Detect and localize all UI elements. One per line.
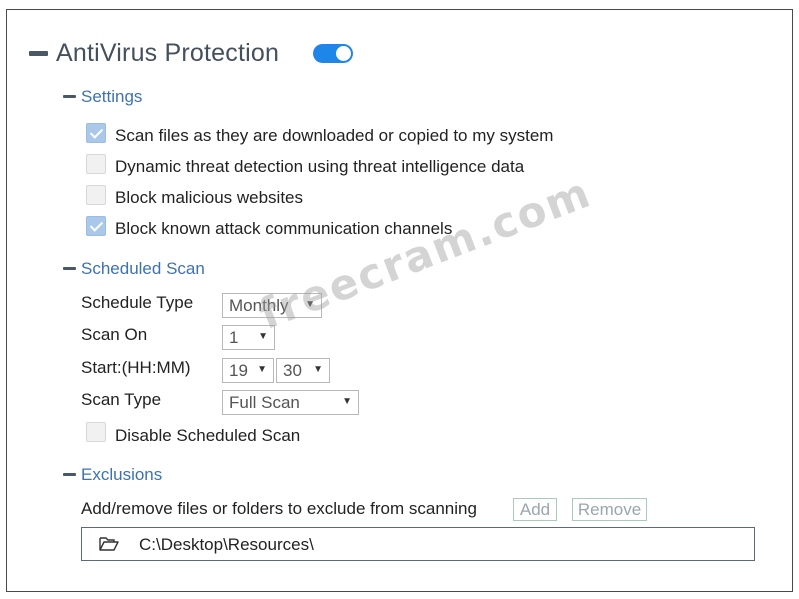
antivirus-title: AntiVirus Protection [56,39,280,67]
remove-exclusion-button[interactable]: Remove [572,498,647,521]
chevron-down-icon: ▼ [258,331,268,342]
schedule-type-label: Schedule Type [81,293,194,312]
block-attack-channels-checkbox[interactable] [86,216,106,236]
scheduled-scan-section-title: Scheduled Scan [81,259,205,278]
collapse-exclusions-icon[interactable] [63,473,76,476]
antivirus-toggle[interactable] [313,44,353,63]
scan-type-label: Scan Type [81,390,162,409]
dynamic-threat-label: Dynamic threat detection using threat in… [115,157,525,176]
scan-downloads-label: Scan files as they are downloaded or cop… [115,126,554,145]
start-hour-value: 19 [229,361,248,380]
settings-section-title: Settings [81,87,143,106]
collapse-scheduled-scan-icon[interactable] [63,267,76,270]
start-hour-select[interactable]: 19 ▼ [222,358,274,383]
chevron-down-icon: ▼ [305,299,315,310]
block-malicious-checkbox[interactable] [86,185,106,205]
disable-scheduled-scan-checkbox[interactable] [86,422,106,442]
collapse-antivirus-icon[interactable] [29,51,48,56]
scan-on-value: 1 [229,328,239,347]
exclusions-list[interactable]: C:\Desktop\Resources\ [81,527,755,561]
scan-on-select[interactable]: 1 ▼ [222,325,275,350]
start-time-label: Start:(HH:MM) [81,358,191,377]
list-item[interactable]: C:\Desktop\Resources\ [82,528,754,560]
block-attack-channels-label: Block known attack communication channel… [115,219,453,238]
scan-type-select[interactable]: Full Scan ▼ [222,390,359,415]
folder-open-icon [99,537,119,551]
start-minute-select[interactable]: 30 ▼ [276,358,330,383]
exclusion-path: C:\Desktop\Resources\ [139,535,314,554]
scan-type-value: Full Scan [229,393,300,412]
start-minute-value: 30 [283,361,302,380]
block-malicious-label: Block malicious websites [115,188,304,207]
chevron-down-icon: ▼ [313,364,323,375]
add-exclusion-button[interactable]: Add [513,498,557,521]
schedule-type-value: Monthly [229,296,289,315]
schedule-type-select[interactable]: Monthly ▼ [222,293,322,318]
disable-scheduled-scan-label: Disable Scheduled Scan [115,426,301,445]
chevron-down-icon: ▼ [257,364,267,375]
exclusions-description: Add/remove files or folders to exclude f… [81,499,477,518]
collapse-settings-icon[interactable] [63,95,76,98]
dynamic-threat-checkbox[interactable] [86,154,106,174]
scan-on-label: Scan On [81,325,148,344]
chevron-down-icon: ▼ [342,396,352,407]
exclusions-section-title: Exclusions [81,465,163,484]
toggle-knob [336,46,351,61]
scan-downloads-checkbox[interactable] [86,123,106,143]
